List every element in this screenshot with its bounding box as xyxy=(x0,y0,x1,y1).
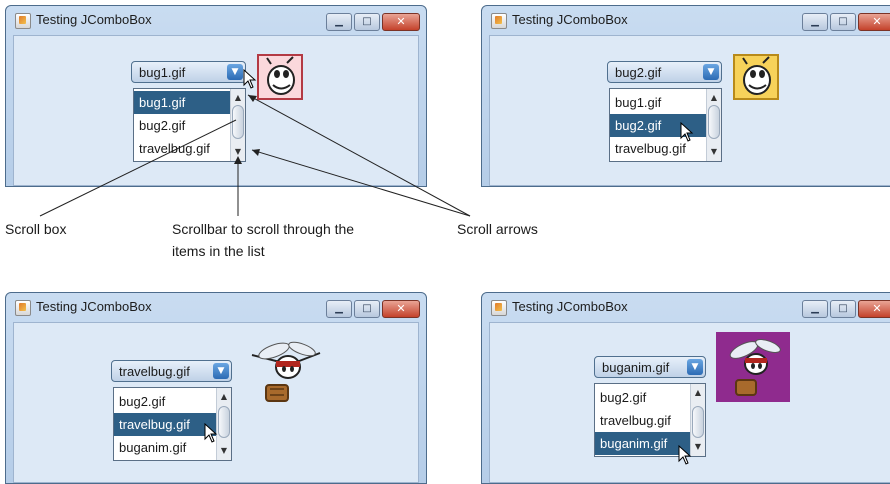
scrollbar-label-line2: items in the list xyxy=(172,243,265,259)
scrollbar-label-line1: Scrollbar to scroll through the xyxy=(172,221,355,237)
scroll-arrows-label: Scroll arrows xyxy=(457,221,538,237)
scroll-box-label: Scroll box xyxy=(5,221,67,237)
annotation-callout-lines xyxy=(39,94,471,217)
